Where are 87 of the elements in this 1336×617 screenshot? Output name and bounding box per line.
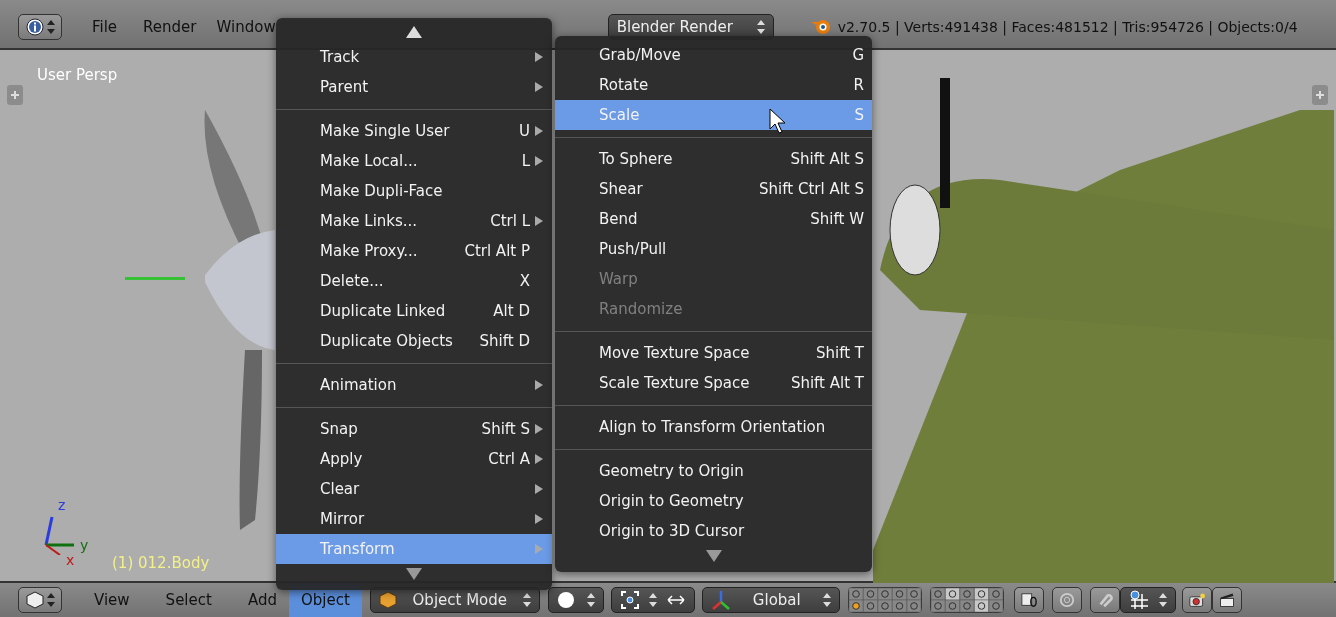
submenu-arrow-icon xyxy=(534,51,544,63)
menu-item[interactable]: Parent xyxy=(276,72,552,102)
menu-item[interactable]: Apply Ctrl A xyxy=(276,444,552,474)
submenu-arrow-icon xyxy=(534,379,544,391)
scene-stats: v2.70.5 | Verts:491438 | Faces:481512 | Tris:954726 | Objects:0/4 xyxy=(837,19,1298,35)
menu-item[interactable]: Snap Shift S xyxy=(276,414,552,444)
lock-layers-button[interactable] xyxy=(1013,587,1044,613)
menu-item[interactable]: To Sphere Shift Alt S xyxy=(555,144,872,174)
menu-label[interactable]: View xyxy=(82,583,142,617)
shading-dropdown[interactable] xyxy=(547,587,604,613)
menu-item[interactable]: Make Dupli-Face xyxy=(276,176,552,206)
info-icon xyxy=(25,18,44,36)
menu-item[interactable]: Move Texture Space Shift T xyxy=(555,338,872,368)
submenu-arrow-icon xyxy=(534,81,544,93)
updown-arrows-icon xyxy=(46,592,55,608)
submenu-arrow-icon xyxy=(534,215,544,227)
scroll-down-icon[interactable] xyxy=(406,568,422,580)
menu-label[interactable]: Render xyxy=(135,12,205,42)
snap-element-dropdown[interactable] xyxy=(1119,587,1176,613)
link-icon xyxy=(1020,591,1037,609)
submenu-arrow-icon xyxy=(534,125,544,137)
menu-item[interactable]: Align to Transform Orientation xyxy=(555,412,872,442)
menu-item[interactable]: Delete... X xyxy=(276,266,552,296)
updown-arrows-icon xyxy=(648,592,657,608)
menu-item[interactable]: Make Single User U xyxy=(276,116,552,146)
render-animation-button[interactable] xyxy=(1211,587,1242,613)
proportional-edit-button[interactable] xyxy=(1051,587,1082,613)
updown-arrows-icon xyxy=(756,19,765,35)
menu-item[interactable]: Make Links... Ctrl L xyxy=(276,206,552,236)
cube-icon xyxy=(25,591,44,609)
menu-item[interactable]: Duplicate Objects Shift D xyxy=(276,326,552,356)
layer-grid-icon[interactable] xyxy=(847,587,922,613)
view-name: User Persp xyxy=(37,66,118,84)
menu-item[interactable]: Origin to 3D Cursor xyxy=(555,516,872,546)
submenu-arrow-icon xyxy=(534,543,544,555)
menu-label[interactable]: Add xyxy=(235,583,289,617)
editor-type-button[interactable] xyxy=(18,14,62,40)
pivot-icon xyxy=(619,590,640,610)
scroll-down-icon[interactable] xyxy=(705,550,722,562)
sphere-icon xyxy=(556,591,575,609)
scroll-up-icon[interactable] xyxy=(406,26,422,38)
menu-item[interactable]: Scale Texture Space Shift Alt T xyxy=(555,368,872,398)
menu-item[interactable]: Bend Shift W xyxy=(555,204,872,234)
submenu-arrow-icon xyxy=(534,513,544,525)
editor-type-button[interactable] xyxy=(18,587,62,613)
menu-item[interactable]: Make Proxy... Ctrl Alt P xyxy=(276,236,552,266)
menu-item[interactable]: Animation xyxy=(276,370,552,400)
axis-label: x xyxy=(66,552,75,568)
orientation-dropdown[interactable]: Global xyxy=(701,587,840,613)
camera-icon xyxy=(1188,591,1205,609)
menu-label[interactable]: Select xyxy=(153,583,224,617)
logo-icon xyxy=(809,18,832,36)
active-object-label: (1) 012.Body xyxy=(112,554,210,572)
axis-label: z xyxy=(58,497,66,513)
axis-line xyxy=(125,277,185,280)
submenu-arrow-icon xyxy=(534,155,544,167)
menu-item[interactable]: Grab/Move G xyxy=(555,40,872,70)
snap-button[interactable] xyxy=(1089,587,1120,613)
updown-arrows-icon xyxy=(1158,592,1167,608)
updown-arrows-icon xyxy=(522,592,531,608)
updown-arrows-icon xyxy=(46,19,55,35)
render-image-button[interactable] xyxy=(1181,587,1212,613)
menu-item[interactable]: Shear Shift Ctrl Alt S xyxy=(555,174,872,204)
axis-label: y xyxy=(80,537,89,553)
menu-item[interactable]: Rotate R xyxy=(555,70,872,100)
updown-arrows-icon xyxy=(822,592,831,608)
grid-snap-icon xyxy=(1128,590,1149,610)
menu-item[interactable]: Push/Pull xyxy=(555,234,872,264)
ring-icon xyxy=(1058,591,1075,609)
layer-grid-icon[interactable] xyxy=(929,587,1004,613)
menu-label[interactable]: File xyxy=(84,12,126,42)
pivot-dropdown[interactable] xyxy=(610,587,695,613)
mouse-cursor-icon xyxy=(769,108,787,134)
submenu-arrow-icon xyxy=(534,423,544,435)
menu-label[interactable]: Window xyxy=(208,12,284,42)
menu-item[interactable]: Mirror xyxy=(276,504,552,534)
axes-icon xyxy=(710,589,731,611)
clapperboard-icon xyxy=(1218,591,1235,609)
submenu-arrow-icon xyxy=(534,453,544,465)
submenu-arrow-icon xyxy=(534,483,544,495)
menu-item[interactable]: Geometry to Origin xyxy=(555,456,872,486)
menu-item[interactable]: Clear xyxy=(276,474,552,504)
menu-item[interactable]: Origin to Geometry xyxy=(555,486,872,516)
menu-item[interactable]: Make Local... L xyxy=(276,146,552,176)
menu-item[interactable]: Duplicate Linked Alt D xyxy=(276,296,552,326)
updown-arrows-icon xyxy=(586,592,595,608)
menu-item[interactable]: Track xyxy=(276,42,552,72)
